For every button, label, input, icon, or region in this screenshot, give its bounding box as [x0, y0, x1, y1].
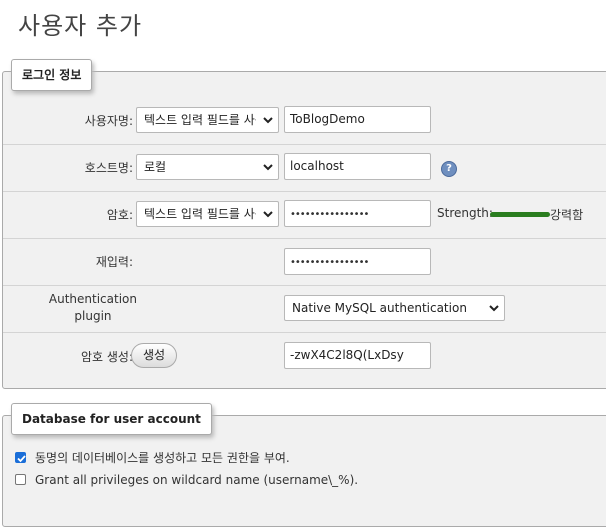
password-input[interactable]: ••••••••••••••••: [284, 200, 431, 227]
generate-password-button[interactable]: 생성: [131, 343, 178, 368]
password-label: 암호:: [106, 208, 133, 222]
page-title: 사용자 추가: [18, 12, 143, 40]
chevron-down-icon: [263, 117, 273, 124]
reenter-row: 재입력: ••••••••••••••••: [3, 238, 606, 286]
password-type-select[interactable]: 텍스트 입력 필드를 사용:: [136, 201, 279, 227]
password-strength-meter: [490, 212, 550, 217]
generated-password-input[interactable]: -zwX4C2l8Q(LxDsy: [284, 342, 431, 369]
checkbox-unchecked[interactable]: [15, 474, 26, 485]
create-db-same-name-option[interactable]: 동명의 데이터베이스를 생성하고 모든 권한을 부여.: [15, 449, 290, 466]
strength-value: 강력함: [550, 208, 584, 222]
auth-plugin-row: Authentication plugin Native MySQL authe…: [3, 285, 606, 333]
chevron-down-icon: [263, 211, 273, 218]
username-type-select[interactable]: 텍스트 입력 필드를 사용:: [136, 107, 279, 133]
create-db-label: 동명의 데이터베이스를 생성하고 모든 권한을 부여.: [35, 451, 290, 465]
strength-label: Strength:: [437, 206, 493, 220]
generate-password-row: 암호 생성: 생성 -zwX4C2l8Q(LxDsy: [3, 332, 606, 382]
username-row: 사용자명: 텍스트 입력 필드를 사용: ToBlogDemo: [3, 97, 606, 145]
reenter-password-input[interactable]: ••••••••••••••••: [284, 248, 431, 275]
database-legend: Database for user account: [11, 403, 212, 435]
checkbox-checked[interactable]: [15, 452, 26, 463]
generate-password-label: 암호 생성:: [80, 350, 133, 364]
username-label: 사용자명:: [84, 114, 133, 128]
database-fieldset: Database for user account 동명의 데이터베이스를 생성…: [2, 403, 606, 527]
grant-wildcard-label: Grant all privileges on wildcard name (u…: [35, 473, 359, 487]
login-info-legend: 로그인 정보: [11, 59, 93, 91]
chevron-down-icon: [489, 305, 499, 312]
hostname-label: 호스트명:: [84, 161, 133, 175]
hostname-input[interactable]: localhost: [284, 153, 431, 180]
auth-plugin-select[interactable]: Native MySQL authentication: [284, 295, 505, 321]
login-info-fieldset: 로그인 정보 사용자명: 텍스트 입력 필드를 사용: ToBlogDemo 호…: [2, 59, 606, 389]
reenter-label: 재입력:: [95, 255, 133, 269]
check-icon: [17, 455, 26, 463]
help-icon[interactable]: ?: [441, 161, 457, 177]
hostname-row: 호스트명: 로컬 localhost ?: [3, 144, 606, 192]
chevron-down-icon: [263, 164, 273, 171]
hostname-type-select[interactable]: 로컬: [136, 154, 279, 180]
auth-plugin-label: Authentication plugin: [48, 292, 137, 323]
username-input[interactable]: ToBlogDemo: [284, 106, 431, 133]
password-row: 암호: 텍스트 입력 필드를 사용: •••••••••••••••• Stre…: [3, 191, 606, 239]
grant-wildcard-option[interactable]: Grant all privileges on wildcard name (u…: [15, 473, 358, 487]
